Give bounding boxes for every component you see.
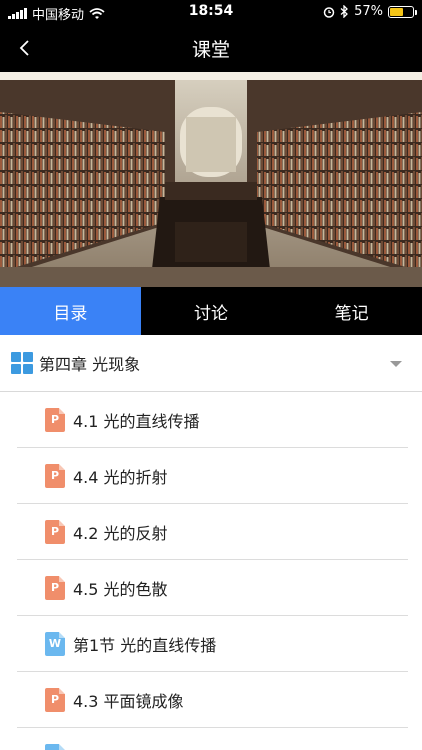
list-item-label: 第1节 光的直线传播 xyxy=(73,636,217,655)
chapter-title: 第四章 光现象 xyxy=(39,355,141,374)
battery-icon xyxy=(388,5,417,18)
ppt-badge: P xyxy=(50,469,60,482)
list-item[interactable]: P 4.5 光的色散 xyxy=(0,560,422,616)
library-illustration xyxy=(0,72,422,287)
ppt-file-icon: P xyxy=(45,408,65,432)
tab-bar: 目录 讨论 笔记 xyxy=(0,287,422,335)
ppt-badge: P xyxy=(50,413,60,426)
word-file-icon: W xyxy=(45,744,65,750)
status-bar: 中国移动 18:54 57% xyxy=(0,0,422,24)
ppt-file-icon: P xyxy=(45,520,65,544)
list-item[interactable]: W xyxy=(0,728,422,750)
ppt-file-icon: P xyxy=(45,688,65,712)
word-file-icon: W xyxy=(45,632,65,656)
page-title: 课堂 xyxy=(191,39,230,61)
list-item[interactable]: P 4.3 平面镜成像 xyxy=(0,672,422,728)
lesson-list: P 4.1 光的直线传播 P 4.4 光的折射 P 4.2 光的反射 P 4.5… xyxy=(0,392,422,750)
list-item-label: 4.1 光的直线传播 xyxy=(73,412,200,431)
tab-discussion[interactable]: 讨论 xyxy=(141,287,282,335)
list-item[interactable]: P 4.4 光的折射 xyxy=(0,448,422,504)
ppt-badge: P xyxy=(50,693,60,706)
list-item[interactable]: P 4.1 光的直线传播 xyxy=(0,392,422,448)
ppt-file-icon: P xyxy=(45,464,65,488)
status-right: 57% xyxy=(323,4,417,19)
list-item-label: 4.4 光的折射 xyxy=(73,468,168,487)
list-item-label: 4.5 光的色散 xyxy=(73,580,168,599)
list-item[interactable]: W 第1节 光的直线传播 xyxy=(0,616,422,672)
ppt-file-icon: P xyxy=(45,576,65,600)
word-badge: W xyxy=(48,637,62,650)
tab-catalog[interactable]: 目录 xyxy=(0,287,141,335)
list-item-label: 4.2 光的反射 xyxy=(73,524,168,543)
chapter-header[interactable]: 第四章 光现象 xyxy=(0,335,422,392)
grid-icon xyxy=(11,352,33,374)
nav-bar: 课堂 xyxy=(0,24,422,72)
chevron-down-icon[interactable] xyxy=(390,361,402,367)
ppt-badge: P xyxy=(50,525,60,538)
list-item[interactable]: P 4.2 光的反射 xyxy=(0,504,422,560)
tab-notes[interactable]: 笔记 xyxy=(281,287,422,335)
alarm-icon xyxy=(323,6,335,18)
list-item-label: 4.3 平面镜成像 xyxy=(73,692,184,711)
bluetooth-icon xyxy=(340,5,349,18)
banner-image xyxy=(0,72,422,287)
battery-percent: 57% xyxy=(354,4,383,19)
ppt-badge: P xyxy=(50,581,60,594)
